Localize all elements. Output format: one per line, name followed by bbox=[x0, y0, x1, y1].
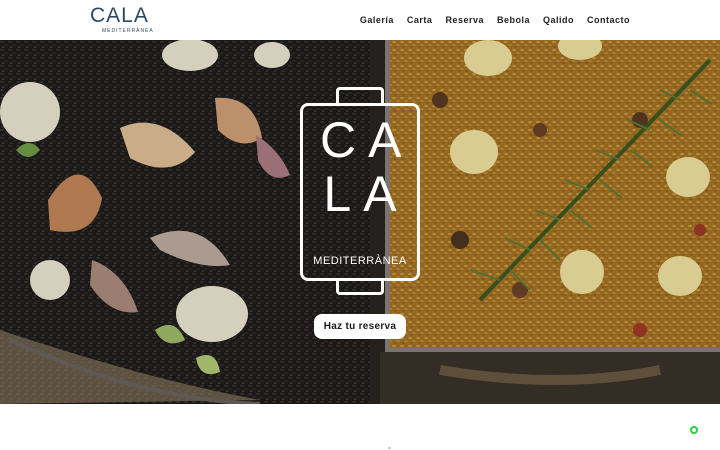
nav-link-bebola[interactable]: Bebola bbox=[497, 14, 530, 28]
logo-tagline: MEDITERRÀNEA bbox=[102, 28, 154, 34]
nav-link-contacto[interactable]: Contacto bbox=[587, 14, 630, 28]
logo-wordmark: CALA bbox=[90, 4, 149, 27]
emblem-handle-bottom bbox=[336, 278, 384, 295]
nav-link-galeria[interactable]: Galería bbox=[360, 14, 394, 28]
whatsapp-icon[interactable] bbox=[690, 426, 698, 434]
hero-emblem: CA LA MEDITERRÀNEA bbox=[300, 87, 420, 295]
emblem-text-line1: CA bbox=[320, 112, 414, 168]
nav-link-qalido[interactable]: Qalido bbox=[543, 14, 574, 28]
nav-link-carta[interactable]: Carta bbox=[407, 14, 433, 28]
emblem-subtitle: MEDITERRÀNEA bbox=[313, 255, 407, 267]
site-header: CALA MEDITERRÀNEA Galería Carta Reserva … bbox=[0, 0, 720, 40]
emblem-text-line2: LA bbox=[323, 166, 409, 222]
brand-logo[interactable]: CALA MEDITERRÀNEA bbox=[90, 4, 154, 34]
hero-banner: CA LA MEDITERRÀNEA Haz tu reserva bbox=[0, 40, 720, 404]
nav-link-reserva[interactable]: Reserva bbox=[445, 14, 484, 28]
main-nav: Galería Carta Reserva Bebola Qalido Cont… bbox=[360, 14, 630, 28]
reservation-button[interactable]: Haz tu reserva bbox=[314, 314, 406, 339]
section-indicator bbox=[388, 447, 391, 449]
